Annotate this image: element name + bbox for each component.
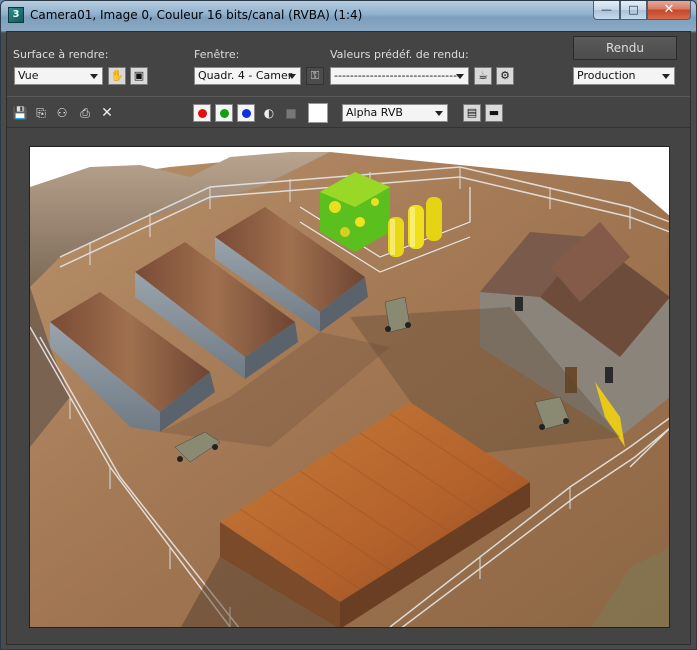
image-toolbar: 💾 ⎘ ⚇ ⎙ ✕ ◐ ■ Alpha RVB ▤ ▬ (7, 96, 690, 128)
viewport-select[interactable]: Quadr. 4 - Camer (194, 67, 301, 85)
blue-channel-dot (242, 109, 251, 118)
render-viewport[interactable] (29, 146, 670, 628)
red-channel-toggle[interactable] (193, 104, 211, 122)
chevron-down-icon (288, 74, 296, 79)
max-app-icon: 3 (8, 7, 24, 23)
window-label: Fenêtre: (194, 48, 240, 61)
maximize-button[interactable]: □ (620, 1, 647, 20)
alpha-toggle-icon[interactable]: ■ (283, 105, 299, 121)
color-swatch[interactable] (308, 103, 328, 123)
clone-frame-icon[interactable]: ⚇ (54, 105, 70, 121)
presets-label: Valeurs prédéf. de rendu: (330, 48, 469, 61)
channel-display-select[interactable]: Alpha RVB (342, 104, 448, 122)
title-bar[interactable]: 3 Camera01, Image 0, Couleur 16 bits/can… (1, 1, 696, 31)
pick-region-icon[interactable]: ✋ (108, 67, 126, 85)
red-channel-dot (198, 109, 207, 118)
surface-select[interactable]: Vue (14, 67, 103, 85)
print-icon[interactable]: ⎙ (77, 105, 93, 121)
close-button[interactable]: ✕ (647, 1, 691, 20)
render-panel: Surface à rendre: Fenêtre: Valeurs prédé… (6, 31, 691, 645)
production-select[interactable]: Production (573, 67, 675, 85)
presets-select-value: -------------------------------- (334, 69, 462, 82)
chevron-down-icon (435, 111, 443, 116)
settings-icon[interactable]: ⚙ (496, 67, 514, 85)
clear-icon[interactable]: ✕ (99, 105, 115, 121)
chevron-down-icon (90, 74, 98, 79)
window-controls: — □ ✕ (593, 1, 691, 20)
render-button[interactable]: Rendu (573, 36, 677, 60)
viewport-select-value: Quadr. 4 - Camer (198, 69, 293, 82)
chevron-down-icon (662, 74, 670, 79)
chevron-down-icon (456, 74, 464, 79)
teapot-icon[interactable]: ☕ (474, 67, 492, 85)
toggle-ui-icon[interactable]: ▬ (485, 104, 503, 122)
toggle-ui-overlay-icon[interactable]: ▤ (463, 104, 481, 122)
monochrome-icon[interactable]: ◐ (261, 105, 277, 121)
save-image-icon[interactable]: 💾 (12, 105, 28, 121)
minimize-button[interactable]: — (593, 1, 620, 20)
window-title: Camera01, Image 0, Couleur 16 bits/canal… (30, 8, 363, 22)
green-channel-dot (220, 109, 229, 118)
presets-select[interactable]: -------------------------------- (330, 67, 469, 85)
rendered-scene-image (30, 147, 669, 627)
production-select-value: Production (577, 69, 636, 82)
render-frame-window: 3 Camera01, Image 0, Couleur 16 bits/can… (0, 0, 697, 650)
channel-display-value: Alpha RVB (346, 106, 403, 119)
crop-region-icon[interactable]: ▣ (130, 67, 148, 85)
lock-icon[interactable]: ⚿ (306, 67, 324, 85)
copy-image-icon[interactable]: ⎘ (33, 105, 49, 121)
surface-label: Surface à rendre: (13, 48, 109, 61)
green-channel-toggle[interactable] (215, 104, 233, 122)
blue-channel-toggle[interactable] (237, 104, 255, 122)
